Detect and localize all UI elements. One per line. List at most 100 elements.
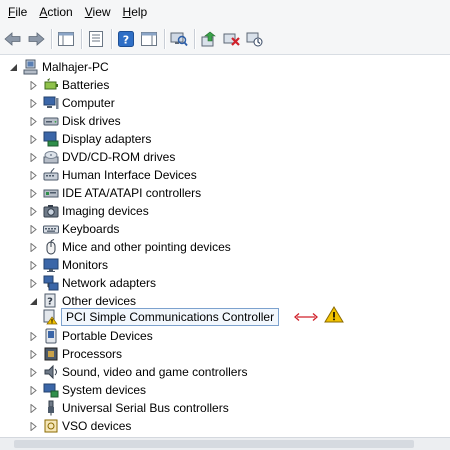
system-device-icon	[43, 382, 59, 398]
collapse-arrow-icon[interactable]	[28, 296, 38, 306]
expand-arrow-icon[interactable]	[28, 80, 38, 90]
double-arrow-icon	[294, 313, 318, 321]
expand-arrow-icon[interactable]	[28, 206, 38, 216]
tree-item-network-adapters[interactable]: Network adapters	[28, 274, 156, 292]
tree-item-ide-ata-atapi-controllers[interactable]: IDE ATA/ATAPI controllers	[28, 184, 201, 202]
expand-arrow-icon[interactable]	[28, 170, 38, 180]
speaker-icon	[43, 364, 59, 380]
tree-item-dvd-cd-rom-drives[interactable]: DVD/CD-ROM drives	[28, 148, 175, 166]
expand-arrow-icon[interactable]	[28, 98, 38, 108]
network-adapter-icon	[43, 275, 59, 291]
toolbar: ?	[0, 24, 450, 55]
properties-icon	[89, 31, 103, 47]
computer-icon	[43, 95, 59, 111]
back-arrow-icon	[4, 32, 21, 46]
dvd-drive-icon	[43, 149, 59, 165]
forward-arrow-icon	[28, 32, 45, 46]
scan-hardware-button[interactable]	[168, 28, 190, 50]
action-pane-button[interactable]	[138, 28, 160, 50]
disable-device-icon	[246, 32, 263, 47]
root-label: Malhajer-PC	[42, 60, 109, 74]
expand-arrow-icon[interactable]	[28, 278, 38, 288]
menu-help[interactable]: Help	[117, 0, 154, 24]
tree-item-batteries[interactable]: Batteries	[28, 76, 109, 94]
tree-item-vso-devices[interactable]: VSO devices	[28, 417, 131, 435]
computer-icon	[23, 59, 39, 75]
menu-file[interactable]: File	[2, 0, 33, 24]
usb-icon	[43, 400, 59, 416]
toolbar-separator	[51, 29, 52, 49]
tree-item-display-adapters[interactable]: Display adapters	[28, 130, 151, 148]
forward-button[interactable]	[25, 28, 47, 50]
expand-arrow-icon[interactable]	[28, 421, 38, 431]
show-hide-console-tree-button[interactable]	[55, 28, 77, 50]
tree-item-monitors[interactable]: Monitors	[28, 256, 108, 274]
update-driver-icon	[201, 31, 216, 47]
expand-arrow-icon[interactable]	[28, 403, 38, 413]
expand-arrow-icon[interactable]	[28, 116, 38, 126]
toolbar-separator	[111, 29, 112, 49]
svg-text:?: ?	[47, 297, 53, 308]
collapse-arrow-icon[interactable]	[8, 62, 18, 72]
expand-arrow-icon[interactable]	[28, 152, 38, 162]
hid-icon	[43, 167, 59, 183]
warning-icon	[324, 306, 344, 323]
expand-arrow-icon[interactable]	[28, 385, 38, 395]
tree-item-keyboards[interactable]: Keyboards	[28, 220, 119, 238]
scrollbar-thumb[interactable]	[14, 440, 414, 448]
action-pane-icon	[141, 32, 157, 46]
tree-item-processors[interactable]: Processors	[28, 345, 122, 363]
portable-device-icon	[43, 328, 59, 344]
expand-arrow-icon[interactable]	[28, 349, 38, 359]
tree-item-disk-drives[interactable]: Disk drives	[28, 112, 121, 130]
disk-drive-icon	[43, 113, 59, 129]
tree-item-portable-devices[interactable]: Portable Devices	[28, 327, 153, 345]
tree-item-mice-and-other-pointing-devices[interactable]: Mice and other pointing devices	[28, 238, 231, 256]
uninstall-icon	[223, 33, 240, 46]
uninstall-button[interactable]	[221, 28, 243, 50]
tree-item-sound-video-and-game-controllers[interactable]: Sound, video and game controllers	[28, 363, 247, 381]
help-icon: ?	[118, 31, 134, 47]
device-warning-icon	[42, 309, 58, 325]
device-tree: Malhajer-PC Batteries Computer Disk driv…	[0, 56, 450, 436]
help-button[interactable]: ?	[115, 28, 137, 50]
tree-item-human-interface-devices[interactable]: Human Interface Devices	[28, 166, 197, 184]
tree-root[interactable]: Malhajer-PC	[8, 58, 109, 76]
selected-device-label: PCI Simple Communications Controller	[61, 308, 280, 326]
expand-arrow-icon[interactable]	[28, 188, 38, 198]
toolbar-separator	[194, 29, 195, 49]
tree-item-computer[interactable]: Computer	[28, 94, 115, 112]
display-adapter-icon	[43, 131, 59, 147]
monitor-icon	[43, 257, 59, 273]
tree-item-universal-serial-bus-controllers[interactable]: Universal Serial Bus controllers	[28, 399, 229, 417]
expand-arrow-icon[interactable]	[28, 260, 38, 270]
expand-arrow-icon[interactable]	[28, 134, 38, 144]
properties-button[interactable]	[85, 28, 107, 50]
svg-text:?: ?	[123, 34, 129, 47]
camera-icon	[43, 203, 59, 219]
vso-device-icon	[43, 418, 59, 434]
back-button[interactable]	[2, 28, 24, 50]
expand-arrow-icon[interactable]	[28, 367, 38, 377]
toolbar-separator	[164, 29, 165, 49]
menu-action[interactable]: Action	[33, 0, 78, 24]
tree-item-pci-simple-communications-controller[interactable]: PCI Simple Communications Controller	[42, 308, 280, 326]
disable-device-button[interactable]	[244, 28, 266, 50]
show-hide-console-tree-icon	[58, 32, 74, 46]
battery-icon	[43, 77, 59, 93]
menu-bar: File Action View Help	[0, 0, 450, 24]
processor-icon	[43, 346, 59, 362]
expand-arrow-icon[interactable]	[28, 242, 38, 252]
menu-view[interactable]: View	[79, 0, 117, 24]
tree-item-imaging-devices[interactable]: Imaging devices	[28, 202, 149, 220]
keyboard-icon	[43, 221, 59, 237]
mouse-icon	[43, 239, 59, 255]
tree-item-system-devices[interactable]: System devices	[28, 381, 146, 399]
horizontal-scrollbar[interactable]	[0, 437, 450, 450]
expand-arrow-icon[interactable]	[28, 224, 38, 234]
update-driver-button[interactable]	[198, 28, 220, 50]
ide-controller-icon	[43, 185, 59, 201]
expand-arrow-icon[interactable]	[28, 331, 38, 341]
unknown-device-icon: ?	[43, 293, 59, 309]
toolbar-separator	[81, 29, 82, 49]
